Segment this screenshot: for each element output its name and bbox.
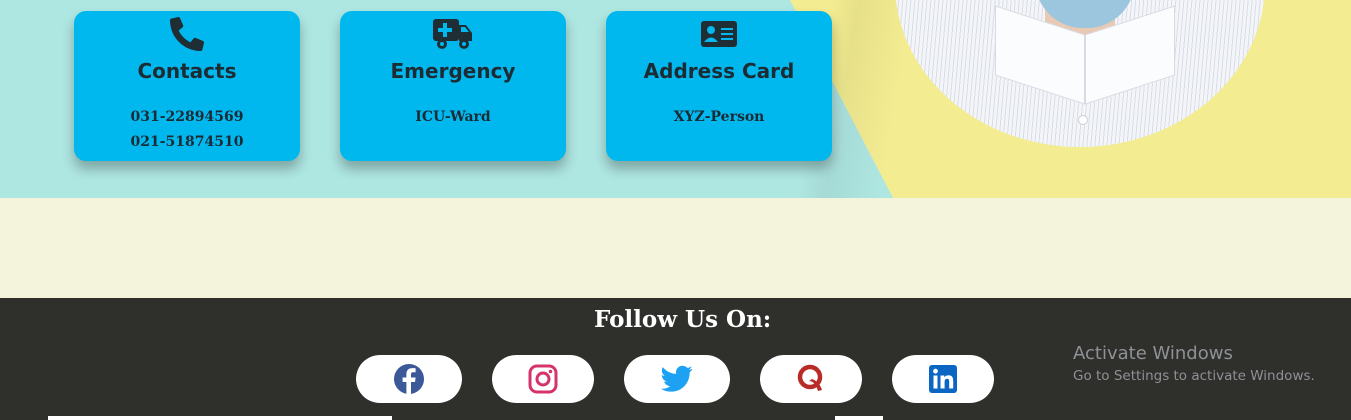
linkedin-button[interactable]: [892, 355, 994, 403]
card-title: Address Card: [643, 59, 795, 83]
card-title: Emergency: [390, 59, 516, 83]
ambulance-icon: [340, 17, 566, 51]
bottom-strip: [835, 416, 883, 420]
emergency-card: Emergency ICU-Ward: [340, 11, 566, 161]
emergency-ward: ICU-Ward: [415, 109, 491, 125]
activate-windows-subtitle: Go to Settings to activate Windows.: [1073, 368, 1315, 384]
facebook-icon: [394, 364, 424, 394]
bottom-strip: [48, 416, 392, 420]
quora-icon: [797, 364, 823, 391]
footer: Follow Us On: Activate Windows Go to Set…: [0, 298, 1351, 420]
twitter-icon: [661, 365, 693, 392]
quora-button[interactable]: [760, 355, 862, 403]
address-card-icon: [606, 17, 832, 51]
address-card: Address Card XYZ-Person: [606, 11, 832, 161]
portrait-shirt-button: [1078, 115, 1088, 125]
instagram-icon: [528, 364, 558, 394]
contact-number: 021-51874510: [130, 134, 244, 150]
spacer-section: [0, 198, 1351, 298]
hero-section: Contacts 031-22894569 021-51874510 Emerg…: [0, 0, 1351, 198]
activate-windows-title: Activate Windows: [1073, 343, 1233, 364]
contact-number: 031-22894569: [130, 109, 244, 125]
address-person: XYZ-Person: [673, 109, 765, 125]
phone-icon: [74, 17, 300, 51]
contacts-card: Contacts 031-22894569 021-51874510: [74, 11, 300, 161]
linkedin-icon: [929, 365, 957, 393]
twitter-button[interactable]: [624, 355, 730, 403]
follow-heading: Follow Us On:: [594, 306, 772, 333]
facebook-button[interactable]: [356, 355, 462, 403]
card-title: Contacts: [137, 59, 237, 83]
instagram-button[interactable]: [492, 355, 594, 403]
